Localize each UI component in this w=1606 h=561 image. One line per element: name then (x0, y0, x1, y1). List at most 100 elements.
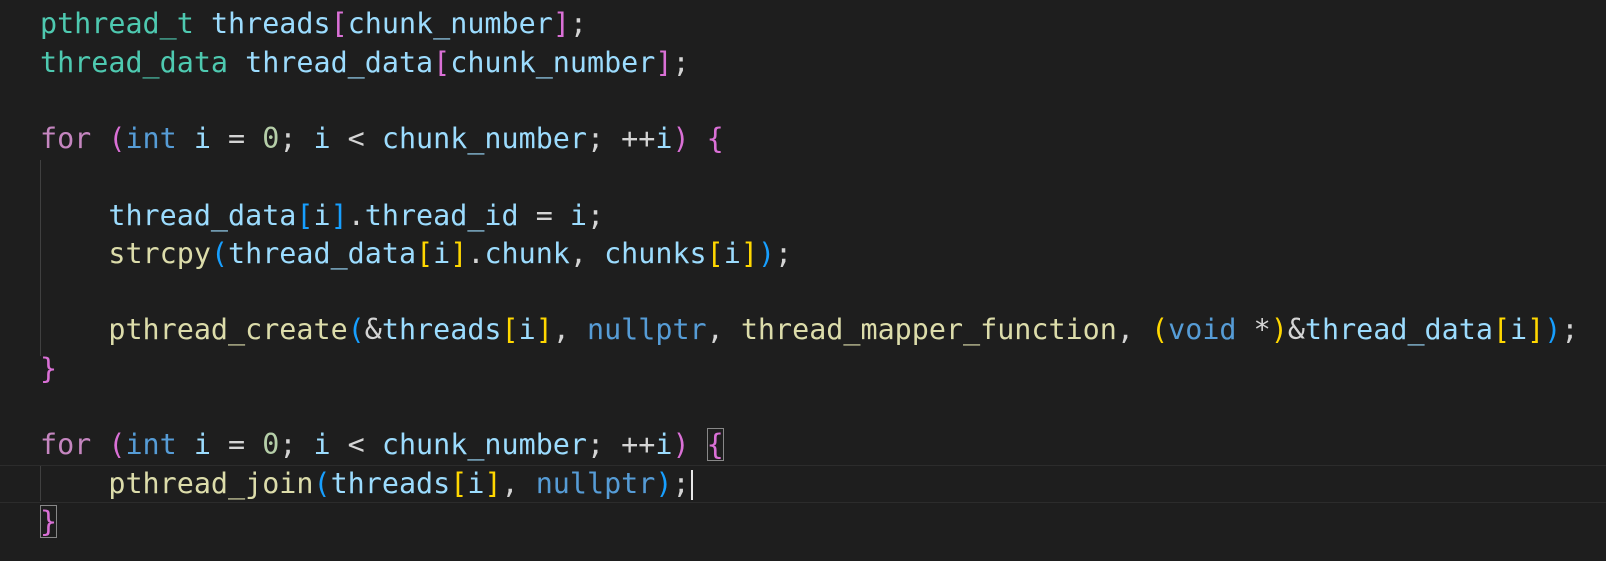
code-token: [ (330, 7, 348, 40)
code-token: [ (433, 46, 451, 79)
code-token: ( (108, 428, 126, 461)
code-line-text: thread_data[i].thread_id = i; (40, 197, 604, 235)
code-line[interactable] (0, 388, 1606, 426)
code-line[interactable]: } (0, 503, 1606, 541)
code-line[interactable] (0, 273, 1606, 311)
code-token: ; (672, 467, 690, 500)
code-token: ( (210, 237, 229, 270)
code-token: ( (108, 122, 126, 155)
code-token: * (1236, 313, 1271, 346)
code-token: ) (672, 428, 690, 461)
code-token: ] (535, 313, 553, 346)
code-token: . (467, 237, 485, 270)
code-token: ) (672, 122, 690, 155)
code-token: ; (775, 237, 793, 270)
code-token: thread_data (245, 46, 434, 79)
code-token: = (518, 199, 570, 232)
code-token: thread_id (364, 199, 519, 232)
code-token: [ (296, 199, 314, 232)
code-token: i (313, 199, 331, 232)
code-token: 0 (262, 428, 280, 461)
code-token: [ (450, 467, 468, 500)
code-token: ; ++ (587, 122, 656, 155)
code-token: threads (381, 313, 502, 346)
code-token: chunk_number (381, 122, 587, 155)
code-token: i (569, 199, 587, 232)
code-line[interactable]: pthread_create(&threads[i], nullptr, thr… (0, 311, 1606, 349)
code-token: int (125, 122, 177, 155)
code-line[interactable]: thread_data[i].thread_id = i; (0, 197, 1606, 235)
code-line-text: pthread_create(&threads[i], nullptr, thr… (40, 311, 1578, 349)
code-token: ] (330, 199, 348, 232)
code-token: ] (450, 237, 468, 270)
code-token: , (552, 313, 587, 346)
code-token: for (40, 428, 92, 461)
code-token: < (330, 428, 382, 461)
code-token: ) (1544, 313, 1562, 346)
code-token: nullptr (586, 313, 707, 346)
code-line-text: for (int i = 0; i < chunk_number; ++i) { (40, 426, 724, 464)
code-token: i (467, 467, 485, 500)
code-token: , (501, 467, 536, 500)
code-line[interactable]: } (0, 350, 1606, 388)
code-token: strcpy (108, 237, 211, 270)
code-token: ] (1527, 313, 1545, 346)
code-token: [ (1492, 313, 1511, 346)
code-token: , (706, 313, 741, 346)
code-token: thread_mapper_function (740, 313, 1117, 346)
text-cursor (690, 470, 693, 500)
code-line[interactable]: pthread_join(threads[i], nullptr); (0, 465, 1606, 503)
code-token: i (313, 428, 331, 461)
code-line-text: } (40, 350, 57, 388)
code-token: . (347, 199, 365, 232)
code-line[interactable]: for (int i = 0; i < chunk_number; ++i) { (0, 120, 1606, 158)
code-editor[interactable]: pthread_t threads[chunk_number]; thread_d… (0, 0, 1606, 561)
code-token: int (125, 428, 177, 461)
code-line[interactable]: strcpy(thread_data[i].chunk, chunks[i]); (0, 235, 1606, 273)
code-token: i (518, 313, 536, 346)
code-token: ] (484, 467, 502, 500)
code-line-text: pthread_join(threads[i], nullptr); (40, 465, 693, 503)
code-token: threads (210, 7, 331, 40)
code-token: & (364, 313, 382, 346)
code-line[interactable]: thread_data thread_data[chunk_number]; (0, 44, 1606, 82)
code-token: ; ++ (587, 428, 656, 461)
code-token: ; (279, 122, 314, 155)
code-token: ; (587, 199, 605, 232)
code-line[interactable]: for (int i = 0; i < chunk_number; ++i) { (0, 426, 1606, 464)
code-token: ( (347, 313, 365, 346)
code-token: i (193, 428, 211, 461)
code-token: ; (569, 7, 587, 40)
code-token: i (433, 237, 451, 270)
code-token: ( (313, 467, 331, 500)
code-line[interactable] (0, 158, 1606, 196)
code-token: pthread_t (40, 7, 194, 40)
code-token: i (1510, 313, 1528, 346)
code-token: i (193, 122, 211, 155)
code-token: i (655, 122, 673, 155)
code-token: thread_data (40, 46, 229, 79)
code-token: [ (416, 237, 434, 270)
code-token: , (1116, 313, 1152, 346)
code-token: ; (279, 428, 314, 461)
code-token: thread_data (1304, 313, 1493, 346)
code-token: ) (1270, 313, 1288, 346)
code-token: threads (330, 467, 451, 500)
code-line[interactable] (0, 82, 1606, 120)
code-token: i (655, 428, 673, 461)
code-token: chunk_number (347, 7, 553, 40)
code-token: thread_data (108, 199, 297, 232)
code-line[interactable]: pthread_t threads[chunk_number]; (0, 5, 1606, 43)
code-token: } (40, 352, 58, 385)
code-token: { (706, 122, 724, 155)
code-line-text: for (int i = 0; i < chunk_number; ++i) { (40, 120, 724, 158)
code-token: } (40, 505, 58, 538)
